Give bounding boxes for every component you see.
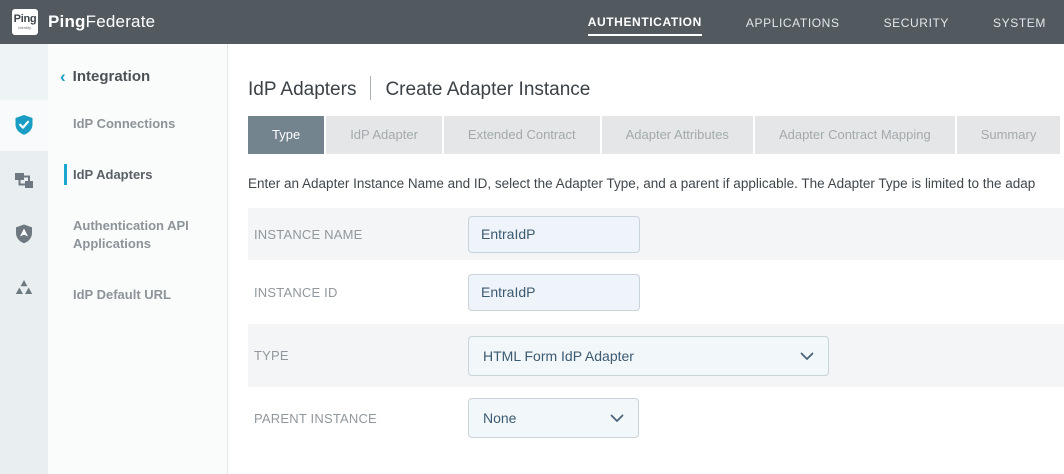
app-title-bold: Ping	[48, 12, 86, 31]
chevron-left-icon: ‹	[60, 68, 66, 85]
form-row-instance-id: INSTANCE ID	[248, 260, 1064, 324]
trees-icon[interactable]	[12, 276, 36, 300]
type-select-value: HTML Form IdP Adapter	[483, 348, 634, 364]
rail-top-shade	[0, 44, 48, 100]
ping-logo-word: Ping	[14, 14, 37, 25]
page-title: IdP Adapters Create Adapter Instance	[248, 76, 1064, 101]
tab-summary[interactable]: Summary	[957, 116, 1061, 154]
form-row-type: TYPE HTML Form IdP Adapter	[248, 324, 1064, 387]
tab-extended-contract[interactable]: Extended Contract	[444, 116, 600, 154]
sidebar-section-integration[interactable]: ‹ Integration	[60, 68, 227, 85]
sidebar-item-idp-adapters[interactable]: IdP Adapters	[60, 166, 210, 184]
top-header-bar: Ping Identity. PingFederate AUTHENTICATI…	[0, 0, 1064, 44]
instance-id-input[interactable]	[468, 274, 640, 311]
pingfederate-admin-window: Ping Identity. PingFederate AUTHENTICATI…	[0, 0, 1064, 474]
tab-idp-adapter[interactable]: IdP Adapter	[326, 116, 442, 154]
nav-security[interactable]: SECURITY	[884, 10, 949, 35]
nav-applications[interactable]: APPLICATIONS	[746, 10, 840, 35]
nav-system[interactable]: SYSTEM	[993, 10, 1046, 35]
type-label: TYPE	[254, 348, 468, 363]
app-title-light: Federate	[86, 12, 156, 31]
page-title-section: IdP Adapters	[248, 79, 356, 100]
nav-authentication[interactable]: AUTHENTICATION	[588, 9, 702, 36]
sidebar-nav-panel: ‹ Integration IdP Connections IdP Adapte…	[48, 44, 228, 474]
chevron-down-icon	[800, 348, 814, 364]
type-select[interactable]: HTML Form IdP Adapter	[468, 336, 829, 376]
wizard-tabs: Type IdP Adapter Extended Contract Adapt…	[248, 116, 1064, 154]
sidebar-item-label: IdP Adapters	[73, 167, 152, 182]
instance-name-label: INSTANCE NAME	[254, 227, 468, 242]
sidebar-items: IdP Connections IdP Adapters Authenticat…	[60, 115, 227, 304]
tab-type[interactable]: Type	[248, 116, 324, 154]
tab-adapter-contract-mapping[interactable]: Adapter Contract Mapping	[755, 116, 955, 154]
adapter-instance-form: INSTANCE NAME INSTANCE ID TYPE HTML Form…	[248, 208, 1064, 449]
sidebar-item-idp-default-url[interactable]: IdP Default URL	[60, 286, 210, 304]
page-description: Enter an Adapter Instance Name and ID, s…	[248, 176, 1064, 191]
instance-id-label: INSTANCE ID	[254, 285, 468, 300]
active-item-bar	[64, 164, 67, 185]
tab-adapter-attributes[interactable]: Adapter Attributes	[602, 116, 753, 154]
sidebar-section-title: Integration	[73, 68, 151, 85]
form-row-parent-instance: PARENT INSTANCE None	[248, 387, 1064, 449]
main-content: IdP Adapters Create Adapter Instance Type…	[228, 44, 1064, 474]
sidebar-item-idp-connections[interactable]: IdP Connections	[60, 115, 210, 133]
parent-instance-label: PARENT INSTANCE	[254, 411, 468, 426]
ping-identity-logo: Ping Identity.	[12, 9, 38, 35]
primary-nav: AUTHENTICATION APPLICATIONS SECURITY SYS…	[588, 9, 1046, 36]
chevron-down-icon	[610, 410, 624, 426]
icon-rail	[0, 44, 48, 474]
shield-check-icon[interactable]	[12, 113, 36, 137]
form-row-instance-name: INSTANCE NAME	[248, 208, 1064, 260]
sidebar-item-authentication-api-applications[interactable]: Authentication API Applications	[60, 217, 210, 253]
title-divider	[370, 76, 371, 100]
page-title-action: Create Adapter Instance	[385, 79, 590, 100]
parent-instance-select-value: None	[483, 410, 516, 426]
parent-instance-select[interactable]: None	[468, 398, 639, 438]
sitemap-icon[interactable]	[12, 168, 36, 192]
instance-name-input[interactable]	[468, 216, 640, 253]
ping-logo-subtext: Identity.	[18, 26, 32, 30]
shield-arrow-icon[interactable]	[12, 222, 36, 246]
app-title: PingFederate	[48, 12, 155, 32]
